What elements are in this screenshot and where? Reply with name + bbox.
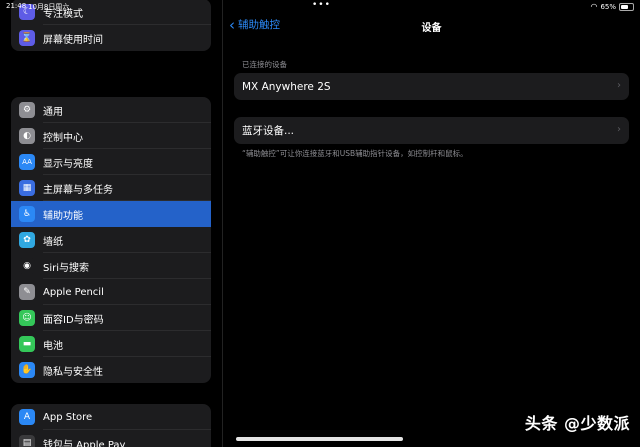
sidebar-item-label: 面容ID与密码 <box>43 314 104 326</box>
flower-icon: ✿ <box>19 232 35 248</box>
hand-icon: ✋ <box>19 362 35 378</box>
assistive-touch-footnote: “辅助触控”可让你连接蓝牙和USB辅助指针设备，如控制杆和鼠标。 <box>242 149 468 158</box>
sidebar-group-general: ⚙ 通用 ◐ 控制中心 AA 显示与亮度 ▦ 主屏幕与多任务 ♿ 辅助功能 ✿ 墙纸 ◉ Siri与搜索 ✎… <box>11 97 211 383</box>
sidebar-item-label: 电池 <box>43 340 63 352</box>
settings-sidebar: 设置 ☾专注模式⌛屏幕使用时间 ⚙通用◐控制中心AA显示与亮度▦主屏幕与多任务♿… <box>0 0 222 447</box>
wifi-icon: ◠ <box>590 2 598 11</box>
sidebar-item-text-size[interactable]: AA 显示与亮度 <box>11 149 211 175</box>
sidebar-item-accessibility[interactable]: ♿ 辅助功能 <box>11 201 211 227</box>
home-indicator[interactable] <box>236 437 403 441</box>
connected-device-row[interactable]: MX Anywhere 2S › <box>234 73 629 100</box>
status-bar: 21:48 10月8日周六 ••• ◠ 65% <box>0 0 640 12</box>
status-right: ◠ 65% <box>590 2 634 11</box>
page-title: 设备 <box>421 23 442 34</box>
sidebar-item-label: 隐私与安全性 <box>43 366 103 378</box>
multitasking-dots[interactable]: ••• <box>312 0 331 10</box>
sidebar-group-store: A App Store ▤ 钱包与 Apple Pay <box>11 404 211 447</box>
sidebar-item-siri[interactable]: ◉ Siri与搜索 <box>11 253 211 279</box>
pencil-icon: ✎ <box>19 284 35 300</box>
connected-devices-header: 已连接的设备 <box>242 60 287 69</box>
sidebar-item-toggles[interactable]: ◐ 控制中心 <box>11 123 211 149</box>
sidebar-item-label: 主屏幕与多任务 <box>43 184 113 196</box>
sidebar-item-label: 通用 <box>43 106 63 118</box>
sidebar-item-label: 屏幕使用时间 <box>43 34 103 46</box>
sidebar-item-label: App Store <box>43 411 93 423</box>
connected-device-name: MX Anywhere 2S <box>242 80 331 93</box>
sidebar-item-label: 控制中心 <box>43 132 83 144</box>
text-size-icon: AA <box>19 154 35 170</box>
devices-panel: ‹ 辅助触控 设备 已连接的设备 MX Anywhere 2S › 蓝牙设备..… <box>223 0 640 447</box>
accessibility-icon: ♿ <box>19 206 35 222</box>
battery-icon: ▬ <box>19 336 35 352</box>
sidebar-item-app-store[interactable]: A App Store <box>11 404 211 430</box>
sidebar-item-label: 墙纸 <box>43 236 63 248</box>
sidebar-item-faceid[interactable]: ☺ 面容ID与密码 <box>11 305 211 331</box>
sidebar-item-label: Siri与搜索 <box>43 262 90 274</box>
battery-fill <box>621 4 629 9</box>
bluetooth-devices-label: 蓝牙设备... <box>242 125 295 137</box>
chevron-right-icon: › <box>617 124 621 135</box>
sidebar-item-flower[interactable]: ✿ 墙纸 <box>11 227 211 253</box>
sidebar-item-label: Apple Pencil <box>43 286 104 298</box>
watermark: 头条 @少数派 <box>524 414 630 433</box>
sidebar-item-label: 钱包与 Apple Pay <box>43 439 126 447</box>
battery-percent: 65% <box>600 2 616 11</box>
sidebar-item-hourglass[interactable]: ⌛ 屏幕使用时间 <box>11 25 211 51</box>
grid-icon: ▦ <box>19 180 35 196</box>
sidebar-item-gear[interactable]: ⚙ 通用 <box>11 97 211 123</box>
siri-icon: ◉ <box>19 258 35 274</box>
app-store-icon: A <box>19 409 35 425</box>
toggles-icon: ◐ <box>19 128 35 144</box>
sidebar-item-wallet[interactable]: ▤ 钱包与 Apple Pay <box>11 430 211 447</box>
sidebar-item-grid[interactable]: ▦ 主屏幕与多任务 <box>11 175 211 201</box>
status-date: 10月8日周六 <box>28 3 70 11</box>
hourglass-icon: ⌛ <box>19 30 35 46</box>
status-time: 21:48 <box>6 2 27 10</box>
sidebar-item-battery[interactable]: ▬ 电池 <box>11 331 211 357</box>
chevron-right-icon: › <box>617 80 621 91</box>
faceid-icon: ☺ <box>19 310 35 326</box>
sidebar-item-hand[interactable]: ✋ 隐私与安全性 <box>11 357 211 383</box>
sidebar-item-pencil[interactable]: ✎ Apple Pencil <box>11 279 211 305</box>
sidebar-item-label: 显示与亮度 <box>43 158 93 170</box>
sidebar-item-label: 辅助功能 <box>43 210 83 222</box>
battery-icon <box>619 2 634 11</box>
wallet-icon: ▤ <box>19 435 35 447</box>
gear-icon: ⚙ <box>19 102 35 118</box>
bluetooth-devices-row[interactable]: 蓝牙设备... › <box>234 117 629 144</box>
